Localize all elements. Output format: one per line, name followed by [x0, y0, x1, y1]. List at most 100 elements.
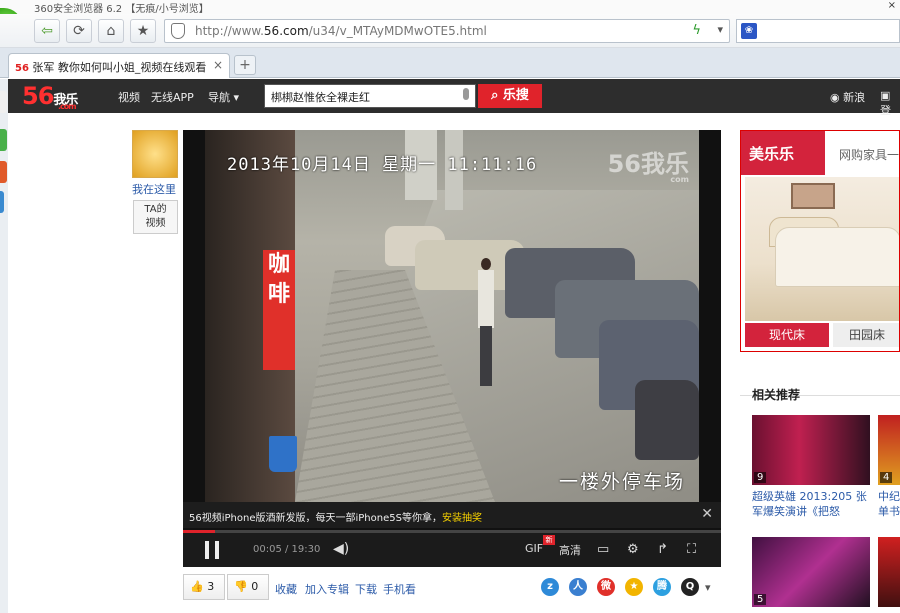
video-actions-bar: 👍 3 👎 0 收藏 加入专辑 下载 手机看 z 人 微 ★ 腾 Q ▾	[183, 572, 721, 602]
login-link[interactable]: ▣ 登	[880, 89, 900, 118]
thumb-duration: 5	[754, 594, 767, 605]
microphone-icon[interactable]	[463, 88, 469, 100]
thumb-duration: 4	[880, 472, 893, 483]
star-share-icon[interactable]: ★	[625, 578, 643, 596]
tab-strip: 56 张军 教你如何叫小姐_视频在线观看 × +	[0, 48, 900, 78]
qq-share-icon[interactable]: Q	[681, 578, 699, 596]
tab-favicon: 56	[15, 63, 29, 74]
sina-login-link[interactable]: ◉ 新浪	[830, 89, 865, 105]
notice-close-icon[interactable]: ✕	[701, 506, 713, 522]
related-caption-2[interactable]: 中纪 单书	[878, 489, 900, 519]
shield-icon	[171, 23, 185, 39]
ad-bed-image[interactable]	[745, 177, 899, 321]
nav-navigation[interactable]: 导航 ▾	[208, 89, 239, 105]
window-title: 360安全浏览器 6.2 【无痕/小号浏览】	[34, 4, 209, 15]
address-text[interactable]: http://www.56.com/u34/v_MTAyMDMwOTE5.htm…	[195, 24, 487, 38]
video-frame[interactable]: 咖啡 2013年10月14日 星期一 11:11:16 56我乐 com 一楼外停…	[205, 130, 699, 502]
star-icon: ★	[136, 23, 150, 39]
volume-icon[interactable]: ◀)	[333, 541, 349, 557]
ad-brand[interactable]: 美乐乐	[741, 131, 825, 175]
thumbs-up-icon: 👍	[190, 580, 204, 593]
video-watermark: 56我乐 com	[607, 150, 689, 184]
gif-new-badge: 新	[543, 535, 555, 545]
ad-tab-modern-bed[interactable]: 现代床	[745, 323, 829, 347]
notice-link[interactable]: 安装抽奖	[442, 513, 482, 524]
like-button[interactable]: 👍 3	[183, 574, 225, 600]
chevron-down-icon[interactable]: ▾	[717, 23, 723, 36]
favorites-button[interactable]: ★	[130, 19, 156, 43]
refresh-icon: ⟳	[73, 23, 85, 39]
mobile-watch-link[interactable]: 手机看	[383, 581, 416, 597]
sidebar-icon-3[interactable]	[0, 161, 7, 183]
site-search-button[interactable]: ⌕ 乐搜	[478, 84, 542, 108]
share-arrow-icon[interactable]: ↱	[657, 542, 668, 557]
fullscreen-icon[interactable]: ⛶	[687, 542, 696, 557]
qzone-share-icon[interactable]: z	[541, 578, 559, 596]
comment-bubble-icon[interactable]: ▭	[597, 542, 609, 557]
sidebar-icon-2[interactable]	[0, 129, 7, 151]
sidebar-icon-1[interactable]	[0, 91, 7, 113]
nav-video[interactable]: 视频	[118, 89, 140, 105]
time-display: 00:05 / 19:30	[253, 544, 321, 555]
pause-icon[interactable]	[205, 541, 219, 559]
furniture-ad[interactable]: 美乐乐 网购家具一 现代床 田园床	[740, 130, 900, 352]
video-player[interactable]: 咖啡 2013年10月14日 星期一 11:11:16 56我乐 com 一楼外停…	[183, 130, 721, 567]
speed-mode-icon[interactable]: ϟ	[692, 23, 701, 38]
ad-tagline: 网购家具一	[839, 148, 900, 162]
video-caption: 一楼外停车场	[558, 471, 685, 493]
window-close-button[interactable]: ×	[888, 0, 896, 11]
tab-title: 张军 教你如何叫小姐_视频在线观看	[32, 61, 207, 74]
related-thumb-3[interactable]: 5	[752, 537, 870, 607]
home-button[interactable]: ⌂	[98, 19, 124, 43]
gif-button[interactable]: GIF	[525, 542, 543, 555]
weibo-share-icon[interactable]: 微	[597, 578, 615, 596]
home-icon: ⌂	[106, 23, 116, 39]
baidu-paw-icon[interactable]: ❀	[741, 23, 757, 39]
uploader-avatar[interactable]	[132, 130, 178, 178]
related-title: 相关推荐	[752, 388, 801, 402]
settings-gear-icon[interactable]: ⚙	[627, 542, 639, 557]
site-header: 56我乐 .com 视频 无线APP 导航 ▾ 梆梆赵惟依全裸走红 ⌕ 乐搜 ◉ …	[8, 79, 900, 117]
sidebar-icon-4[interactable]	[0, 191, 4, 213]
ad-tab-pastoral-bed[interactable]: 田园床	[833, 323, 899, 347]
ad-wall-picture	[791, 183, 835, 209]
window-titlebar: 360安全浏览器 6.2 【无痕/小号浏览】 ×	[0, 0, 900, 15]
back-arrow-icon: ⇦	[41, 23, 53, 39]
refresh-button[interactable]: ⟳	[66, 19, 92, 43]
tencent-weibo-share-icon[interactable]: 腾	[653, 578, 671, 596]
nav-app[interactable]: 无线APP	[151, 89, 194, 105]
related-header: 相关推荐	[740, 370, 900, 402]
add-album-link[interactable]: 加入专辑	[305, 581, 349, 597]
related-caption-1[interactable]: 超级英雄 2013:205 张 军爆笑演讲《把怒	[752, 489, 872, 519]
favorite-link[interactable]: 收藏	[275, 581, 297, 597]
video-bucket	[269, 436, 297, 472]
video-red-sign: 咖啡	[263, 250, 295, 370]
tab-active[interactable]: 56 张军 教你如何叫小姐_视频在线观看 ×	[8, 53, 230, 78]
dislike-button[interactable]: 👎 0	[227, 574, 269, 600]
browser-sidebar	[0, 79, 8, 613]
related-thumb-2[interactable]: 4	[878, 415, 900, 485]
video-car	[635, 380, 699, 460]
related-thumb-4[interactable]	[878, 537, 900, 607]
ad-bed	[775, 227, 899, 287]
related-thumb-1[interactable]: 9	[752, 415, 870, 485]
browser-search-box[interactable]: ❀	[736, 19, 900, 43]
player-controls: 00:05 / 19:30 ◀) GIF 新 高清 ▭ ⚙ ↱ ⛶	[183, 533, 721, 567]
thumbs-down-icon: 👎	[234, 580, 248, 593]
renren-share-icon[interactable]: 人	[569, 578, 587, 596]
back-button[interactable]: ⇦	[34, 19, 60, 43]
site-search-input[interactable]: 梆梆赵惟依全裸走红	[264, 84, 476, 108]
thumb-duration: 9	[754, 472, 767, 483]
new-tab-button[interactable]: +	[234, 55, 256, 75]
address-bar[interactable]: http://www.56.com/u34/v_MTAyMDMwOTE5.htm…	[164, 19, 730, 43]
video-timestamp: 2013年10月14日 星期一 11:11:16	[227, 155, 538, 175]
download-link[interactable]: 下载	[355, 581, 377, 597]
more-share-icon[interactable]: ▾	[705, 581, 711, 594]
quality-button[interactable]: 高清	[559, 542, 581, 558]
browser-toolbar: ⇦ ⟳ ⌂ ★ http://www.56.com/u34/v_MTAyMDMw…	[0, 14, 900, 48]
uploader-here-link[interactable]: 我在这里	[132, 181, 176, 197]
site-logo[interactable]: 56我乐 .com	[22, 82, 78, 111]
video-person	[477, 258, 495, 386]
ta-videos-button[interactable]: TA的 视频	[133, 200, 178, 234]
tab-close-icon[interactable]: ×	[213, 58, 223, 72]
